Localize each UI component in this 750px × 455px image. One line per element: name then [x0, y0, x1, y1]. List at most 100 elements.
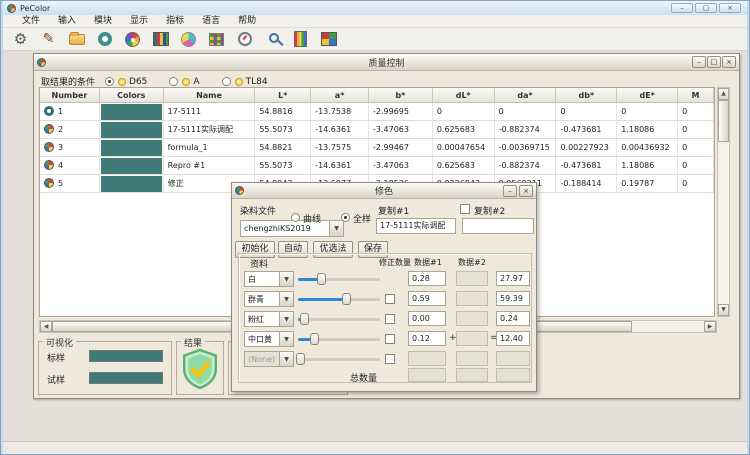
- copy2-checkbox[interactable]: [460, 204, 470, 214]
- scroll-right-arrow[interactable]: ▶: [704, 321, 716, 332]
- toolbar-button-wheel[interactable]: [176, 29, 201, 49]
- colorant-dropdown-0[interactable]: 白▼: [244, 271, 294, 287]
- column-header-Colors[interactable]: Colors: [100, 88, 164, 102]
- main-titlebar[interactable]: PeColor – ▢ ×: [3, 1, 747, 15]
- total-label: 总数量: [350, 371, 377, 384]
- toolbar-button-donut[interactable]: [92, 29, 117, 49]
- data1-field-1[interactable]: 0.59: [408, 291, 446, 306]
- dialog-close-button[interactable]: ×: [519, 185, 533, 197]
- sample-swatch: [89, 372, 163, 384]
- toolbar-button-dots[interactable]: [204, 29, 229, 49]
- column-header-L*[interactable]: L*: [255, 88, 311, 102]
- slider-thumb[interactable]: [310, 333, 319, 345]
- qc-minimize-button[interactable]: –: [692, 56, 706, 68]
- toolbar-button-search[interactable]: [260, 29, 285, 49]
- table-row[interactable]: 117-511154.8816-13.7538-2.9969500000: [40, 103, 714, 121]
- dropdown-arrow-icon[interactable]: ▼: [279, 312, 293, 326]
- amount-slider-0[interactable]: [298, 271, 380, 287]
- amount-slider-4[interactable]: [298, 351, 380, 367]
- copy2-field[interactable]: [462, 218, 534, 234]
- qc-restore-button[interactable]: □: [707, 56, 721, 68]
- menu-item-1[interactable]: 输入: [49, 15, 85, 28]
- toolbar-button-bars[interactable]: [148, 29, 173, 49]
- pen-icon: ✎: [43, 32, 55, 47]
- toolbar-button-pen[interactable]: ✎: [36, 29, 61, 49]
- dialog-radio-0[interactable]: [291, 213, 300, 222]
- name-cell: 17-5111: [164, 103, 256, 120]
- minimize-button[interactable]: –: [671, 3, 693, 13]
- amount-slider-1[interactable]: [298, 291, 380, 307]
- dropdown-arrow-icon[interactable]: ▼: [279, 332, 293, 346]
- slider-thumb[interactable]: [342, 293, 351, 305]
- vertical-scroll-thumb[interactable]: [718, 100, 729, 142]
- column-header-dE*[interactable]: dE*: [617, 88, 678, 102]
- menu-item-4[interactable]: 指标: [157, 15, 193, 28]
- column-header-a*[interactable]: a*: [311, 88, 369, 102]
- color-grid-icon: [321, 32, 337, 46]
- data1-field-3[interactable]: 0.12: [408, 331, 446, 346]
- dropdown-arrow-icon[interactable]: ▼: [279, 292, 293, 306]
- toolbar-button-folder[interactable]: [64, 29, 89, 49]
- colorant-dropdown-4[interactable]: (None)▼: [244, 351, 294, 367]
- close-button[interactable]: ×: [719, 3, 741, 13]
- scroll-left-arrow[interactable]: ◀: [40, 321, 52, 332]
- scroll-down-arrow[interactable]: ▼: [718, 304, 729, 316]
- qc-titlebar[interactable]: 质量控制 – □ ×: [34, 54, 739, 71]
- column-header-M[interactable]: M: [678, 88, 714, 102]
- dropdown-arrow-icon[interactable]: ▼: [279, 272, 293, 286]
- wheel-icon: [181, 32, 196, 47]
- data1-field-0[interactable]: 0.28: [408, 271, 446, 286]
- data1-field-2[interactable]: 0.00: [408, 311, 446, 326]
- dialog-radio-1[interactable]: [341, 213, 350, 222]
- toolbar-button-color-grid[interactable]: [316, 29, 341, 49]
- value-cell: 0: [678, 157, 714, 174]
- toolbar-button-settings[interactable]: ⚙: [8, 29, 33, 49]
- dropdown-arrow-icon[interactable]: ▼: [329, 221, 343, 236]
- illuminant-radio-D65[interactable]: [105, 77, 114, 86]
- maximize-button[interactable]: ▢: [695, 3, 717, 13]
- table-row[interactable]: 217-5111实际调配55.5073-14.6361-3.470630.625…: [40, 121, 714, 139]
- toolbar-button-gauge[interactable]: [232, 29, 257, 49]
- menu-item-6[interactable]: 帮助: [229, 15, 265, 28]
- column-header-db*[interactable]: db*: [556, 88, 617, 102]
- copy1-field[interactable]: 17-5111实际调配: [376, 218, 456, 234]
- scroll-up-arrow[interactable]: ▲: [718, 88, 729, 100]
- colorant-dropdown-3[interactable]: 中口黄▼: [244, 331, 294, 347]
- colorant-dropdown-2[interactable]: 粉红▼: [244, 311, 294, 327]
- standard-swatch: [89, 350, 163, 362]
- slider-thumb[interactable]: [296, 353, 305, 365]
- toolbar-button-rainbow[interactable]: [288, 29, 313, 49]
- table-vertical-scrollbar[interactable]: ▲ ▼: [717, 87, 730, 317]
- column-header-Number[interactable]: Number: [40, 88, 100, 102]
- fix-checkbox-1[interactable]: [385, 294, 395, 304]
- value-cell: -13.7575: [311, 139, 369, 156]
- menubar: 文件输入模块显示指标语言帮助: [3, 15, 747, 28]
- column-header-da*[interactable]: da*: [495, 88, 557, 102]
- dialog-minimize-button[interactable]: –: [503, 185, 517, 197]
- menu-item-3[interactable]: 显示: [121, 15, 157, 28]
- column-header-dL*[interactable]: dL*: [433, 88, 495, 102]
- slider-thumb[interactable]: [300, 313, 309, 325]
- qc-close-button[interactable]: ×: [722, 56, 736, 68]
- amount-slider-2[interactable]: [298, 311, 380, 327]
- menu-item-2[interactable]: 模块: [85, 15, 121, 28]
- colors-cell: [100, 157, 164, 174]
- amount-slider-3[interactable]: [298, 331, 380, 347]
- menu-item-0[interactable]: 文件: [13, 15, 49, 28]
- column-header-b*[interactable]: b*: [369, 88, 433, 102]
- table-row[interactable]: 4Repro #155.5073-14.6361-3.470630.625683…: [40, 157, 714, 175]
- illuminant-radio-A[interactable]: [169, 77, 178, 86]
- toolbar-button-palette[interactable]: [120, 29, 145, 49]
- colorant-dropdown-1[interactable]: 群青▼: [244, 291, 294, 307]
- fix-checkbox-4[interactable]: [385, 354, 395, 364]
- menu-item-5[interactable]: 语言: [193, 15, 229, 28]
- column-header-Name[interactable]: Name: [164, 88, 256, 102]
- slider-thumb[interactable]: [317, 273, 326, 285]
- dialog-titlebar[interactable]: 修色 – ×: [232, 183, 536, 199]
- fix-checkbox-3[interactable]: [385, 334, 395, 344]
- dye-file-dropdown[interactable]: chengzhiKS2019 ▼: [240, 220, 344, 237]
- dropdown-arrow-icon[interactable]: ▼: [279, 352, 293, 366]
- illuminant-radio-TL84[interactable]: [222, 77, 231, 86]
- fix-checkbox-2[interactable]: [385, 314, 395, 324]
- table-row[interactable]: 3formula_154.8821-13.7575-2.994670.00047…: [40, 139, 714, 157]
